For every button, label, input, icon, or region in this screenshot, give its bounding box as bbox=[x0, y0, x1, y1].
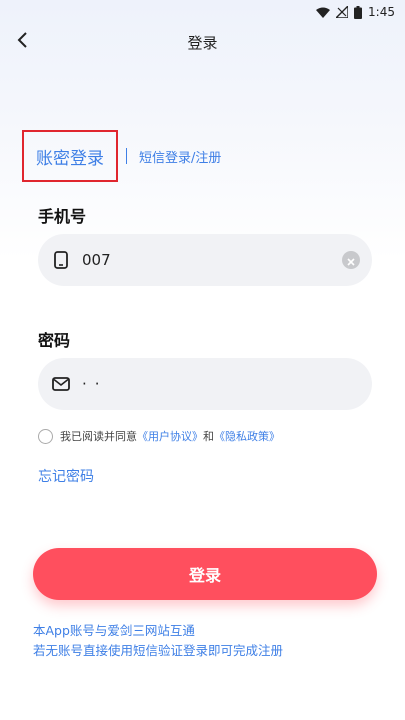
status-bar: 1:45 bbox=[0, 0, 405, 24]
account-note-line1: 本App账号与爱剑三网站互通 bbox=[33, 623, 195, 638]
header: 登录 bbox=[0, 24, 405, 60]
tab-password-login[interactable]: 账密登录 bbox=[22, 130, 118, 182]
status-time: 1:45 bbox=[368, 5, 395, 19]
agreement-checkbox[interactable] bbox=[38, 428, 53, 444]
privacy-policy-link[interactable]: 《隐私政策》 bbox=[214, 428, 280, 444]
agreement-row: 我已阅读并同意 《用户协议》 和 《隐私政策》 bbox=[38, 428, 280, 444]
tab-divider bbox=[126, 148, 127, 164]
tab-sms-login[interactable]: 短信登录/注册 bbox=[139, 147, 221, 166]
password-field bbox=[38, 358, 372, 410]
back-button[interactable] bbox=[8, 28, 36, 56]
clear-icon bbox=[347, 251, 355, 270]
agreement-and: 和 bbox=[203, 430, 214, 443]
phone-label: 手机号 bbox=[38, 207, 87, 226]
account-note-line2: 若无账号直接使用短信验证登录即可完成注册 bbox=[33, 643, 284, 658]
back-arrow-icon bbox=[16, 31, 28, 53]
phone-icon bbox=[52, 251, 70, 269]
phone-field bbox=[38, 234, 372, 286]
page-title: 登录 bbox=[187, 33, 218, 52]
forgot-password-link[interactable]: 忘记密码 bbox=[38, 466, 94, 486]
user-agreement-link[interactable]: 《用户协议》 bbox=[137, 428, 203, 444]
agreement-text: 我已阅读并同意 bbox=[60, 430, 137, 443]
wifi-icon bbox=[316, 7, 331, 18]
clear-phone-button[interactable] bbox=[342, 251, 360, 269]
mail-icon bbox=[52, 375, 70, 393]
signal-icon bbox=[336, 6, 349, 18]
password-input[interactable] bbox=[82, 375, 322, 393]
login-tabs: 账密登录 短信登录/注册 bbox=[22, 130, 221, 182]
password-label: 密码 bbox=[38, 331, 71, 350]
phone-input[interactable] bbox=[82, 251, 322, 269]
login-button[interactable]: 登录 bbox=[33, 548, 377, 600]
battery-icon bbox=[354, 5, 363, 19]
